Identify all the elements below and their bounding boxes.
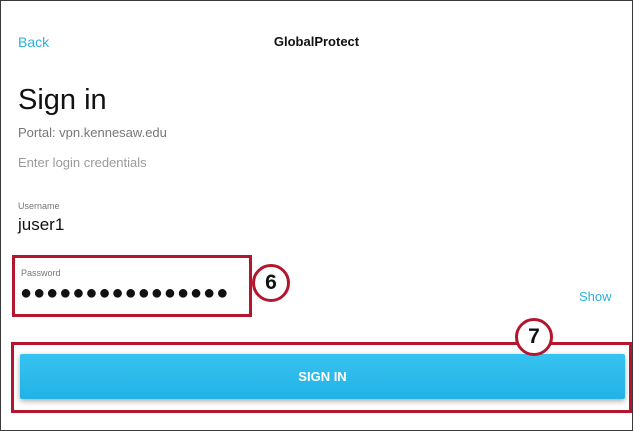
step-6-marker: 6 [252, 264, 290, 302]
step-7-marker: 7 [515, 318, 553, 356]
sign-in-button[interactable]: SIGN IN [20, 354, 625, 399]
app-title: GlobalProtect [273, 34, 360, 49]
credentials-hint: Enter login credentials [18, 155, 147, 170]
password-label: Password [21, 268, 61, 278]
show-password-button[interactable]: Show [579, 289, 612, 304]
username-label: Username [18, 201, 60, 211]
page-title: Sign in [18, 84, 107, 116]
password-field[interactable]: ●●●●●●●●●●●●●●●● [20, 282, 229, 305]
username-field[interactable]: juser1 [18, 215, 64, 235]
portal-address: Portal: vpn.kennesaw.edu [18, 125, 167, 140]
